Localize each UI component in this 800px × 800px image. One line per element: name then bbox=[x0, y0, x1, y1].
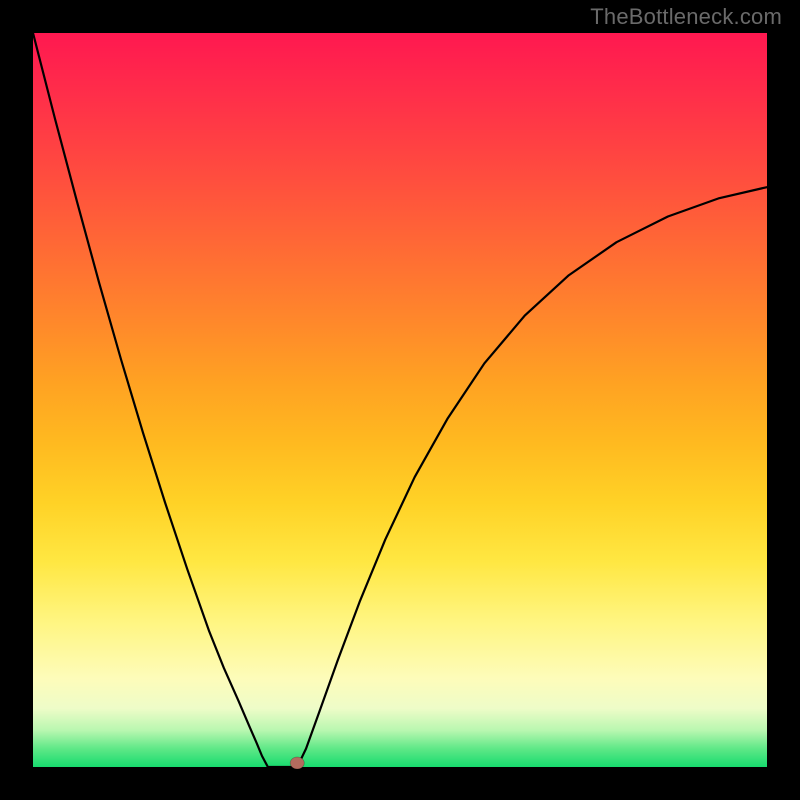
chart-frame: TheBottleneck.com bbox=[0, 0, 800, 800]
watermark-label: TheBottleneck.com bbox=[590, 4, 782, 30]
optimal-point-marker bbox=[290, 757, 304, 769]
bottleneck-curve bbox=[33, 33, 767, 767]
chart-svg bbox=[33, 33, 767, 767]
plot-area bbox=[33, 33, 767, 767]
